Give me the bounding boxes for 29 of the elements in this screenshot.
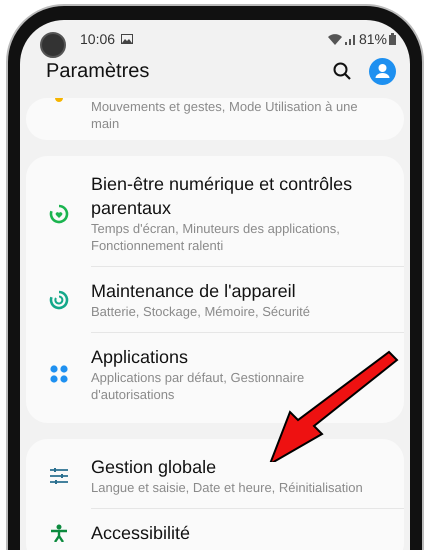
setting-description: Batterie, Stockage, Mémoire, Sécurité <box>91 303 311 320</box>
page-title: Paramètres <box>46 59 150 84</box>
camera-hole <box>40 32 66 58</box>
search-icon[interactable] <box>333 62 351 80</box>
setting-title: Bien-être numérique et contrôles <box>91 173 354 196</box>
status-time: 10:06 <box>80 30 116 48</box>
refresh-ring-icon <box>48 290 68 310</box>
setting-description: Mouvements et gestes, Mode Utilisation à une <box>91 98 359 115</box>
signal-icon <box>344 34 355 44</box>
heart-ring-icon <box>48 204 68 224</box>
setting-title: Applications <box>91 346 190 369</box>
setting-title: Accessibilité <box>91 522 192 545</box>
setting-title: parentaux <box>91 197 172 220</box>
profile-icon[interactable] <box>369 58 396 84</box>
setting-title: Maintenance de l'appareil <box>91 280 297 303</box>
battery-percent: 81% <box>358 30 387 48</box>
setting-description: Fonctionnement ralenti <box>91 237 224 254</box>
person-icon <box>50 524 68 542</box>
image-icon <box>121 34 134 44</box>
setting-description: d'autorisations <box>91 386 176 403</box>
setting-description: main <box>91 115 120 132</box>
setting-description: Temps d'écran, Minuteurs des applications, <box>91 220 341 237</box>
setting-description: Applications par défaut, Gestionnaire <box>91 369 306 386</box>
dots-grid-icon <box>50 365 68 383</box>
setting-description: Langue et saisie, Date et heure, Réinitialisation <box>91 479 364 496</box>
sliders-icon <box>50 468 68 484</box>
battery-icon <box>389 33 396 45</box>
setting-title: Gestion globale <box>91 456 218 479</box>
wifi-icon <box>328 34 342 44</box>
